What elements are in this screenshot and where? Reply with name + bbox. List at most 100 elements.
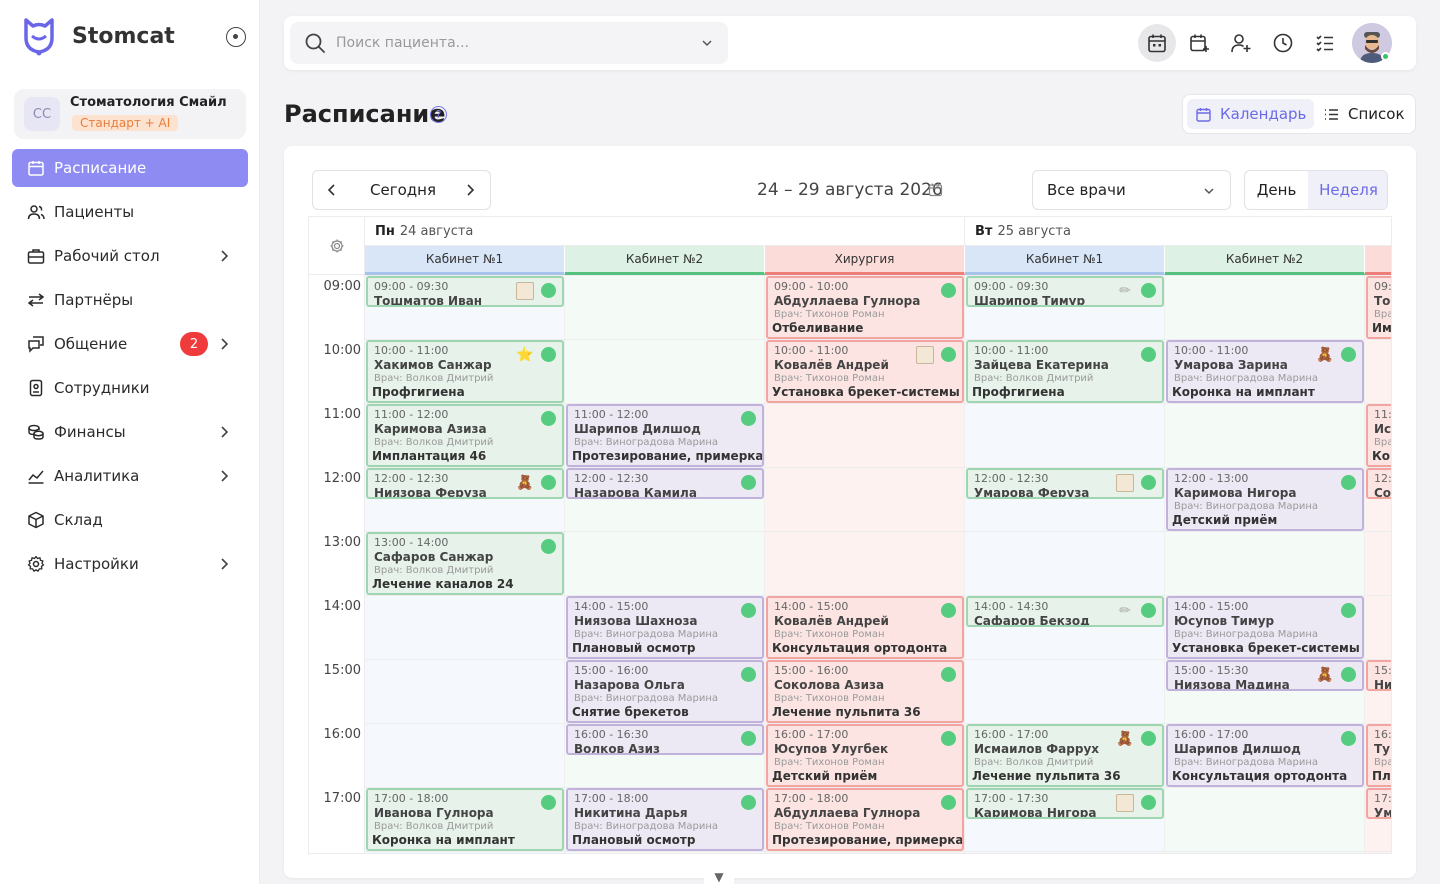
status-confirmed-icon[interactable] [1341, 475, 1356, 490]
status-confirmed-icon[interactable] [541, 795, 556, 810]
appointment-card[interactable]: 12:00 - 12:30 Ниязова Феруза 🧸 [366, 468, 564, 499]
appointment-card[interactable]: 14:00 - 15:00 Ниязова Шахноза Врач: Виногр… [566, 596, 764, 659]
appointment-card[interactable]: 12:00 - 12:30 Умарова Феруза [966, 468, 1164, 499]
appointment-card[interactable]: 14:00 - 15:00 Ковалёв Андрей Врач: Тихонов… [766, 596, 964, 659]
status-confirmed-icon[interactable] [741, 475, 756, 490]
sidebar-item-2[interactable]: Пациенты [12, 193, 248, 231]
appointment-card[interactable]: 10:00 - 11:00 Ковалёв Андрей Врач: Тихонов… [766, 340, 964, 403]
sidebar-item-3[interactable]: Рабочий стол [12, 237, 248, 275]
chevron-left-icon[interactable] [325, 183, 339, 197]
appointment-card[interactable]: 15:00 - 16:00 Назарова Ольга Врач: Виногра… [566, 660, 764, 723]
appointment-card[interactable]: 12:00 - 13:00 Каримова Нигора Врач: Виногр… [1166, 468, 1364, 531]
status-confirmed-icon[interactable] [1141, 731, 1156, 746]
appointment-card[interactable]: 12:00 - 12:30 Назарова Камила [566, 468, 764, 499]
appointment-card[interactable]: 17:00 - 18:00 Абдуллаева Гулнора Врач: Тих… [766, 788, 964, 851]
status-confirmed-icon[interactable] [1341, 347, 1356, 362]
week-mode-button[interactable]: Неделя [1308, 171, 1387, 209]
sidebar-item-8[interactable]: Аналитика [12, 457, 248, 495]
add-patient-button[interactable] [1222, 24, 1260, 62]
status-confirmed-icon[interactable] [941, 667, 956, 682]
sidebar-item-7[interactable]: Финансы [12, 413, 248, 451]
appointment-card[interactable]: 16:00 - 16:30 Волков Азиз [566, 724, 764, 755]
patient-search[interactable] [290, 22, 728, 64]
appointment-card[interactable]: 11:0ИсмВраКон [1366, 404, 1391, 467]
status-confirmed-icon[interactable] [741, 795, 756, 810]
appointment-card[interactable]: 16:00 - 17:00 Юсупов Улугбек Врач: Тихонов… [766, 724, 964, 787]
calendar-view-toggle[interactable]: Календарь [1187, 99, 1315, 129]
sidebar-item-4[interactable]: Партнёры [12, 281, 248, 319]
appointment-card[interactable]: 17:00 - 18:00 Никитина Дарья Врач: Виногра… [566, 788, 764, 851]
appointment-card[interactable]: 17:0Ум [1366, 788, 1391, 819]
appointment-card[interactable]: 14:00 - 14:30 Сафаров Бекзод ✏ [966, 596, 1164, 627]
status-confirmed-icon[interactable] [1341, 731, 1356, 746]
history-button[interactable] [1264, 24, 1302, 62]
status-confirmed-icon[interactable] [541, 283, 556, 298]
day-mode-button[interactable]: День [1245, 171, 1308, 209]
appointment-card[interactable]: 10:00 - 11:00 Хакимов Санжар Врач: Волков … [366, 340, 564, 403]
appointment-card[interactable]: 17:00 - 17:30 Каримова Нигора [966, 788, 1164, 819]
appointment-service: Имплантация 46 [372, 449, 487, 463]
grid-settings[interactable] [309, 217, 365, 275]
status-confirmed-icon[interactable] [1141, 283, 1156, 298]
doctor-filter-select[interactable]: Все врачи [1032, 170, 1231, 210]
status-confirmed-icon[interactable] [1341, 667, 1356, 682]
status-confirmed-icon[interactable] [941, 347, 956, 362]
help-icon[interactable]: ? [430, 106, 447, 123]
status-confirmed-icon[interactable] [941, 283, 956, 298]
appointment-card[interactable]: 09:00 - 10:00 Абдуллаева Гулнора Врач: Тих… [766, 276, 964, 339]
status-confirmed-icon[interactable] [741, 731, 756, 746]
tasks-button[interactable] [1306, 24, 1344, 62]
scroll-down-icon[interactable]: ▼ [704, 862, 734, 884]
appointment-card[interactable]: 16:00 - 17:00 Шарипов Дилшод Врач: Виногра… [1166, 724, 1364, 787]
appointment-card[interactable]: 14:00 - 15:00 Юсупов Тимур Врач: Виноградо… [1166, 596, 1364, 659]
appointment-card[interactable]: 10:00 - 11:00 Умарова Зарина Врач: Виногра… [1166, 340, 1364, 403]
status-confirmed-icon[interactable] [741, 603, 756, 618]
appointment-card[interactable]: 16:0ТурВраПла [1366, 724, 1391, 787]
appointment-card[interactable]: 17:00 - 18:00 Иванова Гулнора Врач: Волков… [366, 788, 564, 851]
calendar-view-button[interactable] [1138, 24, 1176, 62]
appointment-card[interactable]: 09:00 - 09:30 Шарипов Тимур ✏ [966, 276, 1164, 307]
status-confirmed-icon[interactable] [741, 667, 756, 682]
appointment-card[interactable]: 15:00 - 15:30 Ниязова Мадина 🧸 [1166, 660, 1364, 691]
chevron-right-icon[interactable] [463, 183, 477, 197]
sidebar-item-10[interactable]: Настройки [12, 545, 248, 583]
status-confirmed-icon[interactable] [941, 603, 956, 618]
logo[interactable]: Stomcat [22, 16, 175, 56]
appointment-card[interactable]: 11:00 - 12:00 Шарипов Дилшод Врач: Виногра… [566, 404, 764, 467]
sidebar-item-9[interactable]: Склад [12, 501, 248, 539]
status-confirmed-icon[interactable] [541, 539, 556, 554]
add-appointment-button[interactable] [1180, 24, 1218, 62]
appointment-card[interactable]: 12:0Сог [1366, 468, 1391, 499]
list-view-toggle[interactable]: Список [1315, 99, 1413, 129]
appointment-card[interactable]: 09:ТошВраИмп [1366, 276, 1391, 339]
status-confirmed-icon[interactable] [941, 731, 956, 746]
appointment-card[interactable]: 09:00 - 09:30 Тошматов Иван [366, 276, 564, 307]
appointment-card[interactable]: 15:0Ни [1366, 660, 1391, 691]
appointment-card[interactable]: 15:00 - 16:00 Соколова Азиза Врач: Тихонов… [766, 660, 964, 723]
status-confirmed-icon[interactable] [1141, 603, 1156, 618]
today-button[interactable]: Сегодня [370, 181, 436, 199]
status-confirmed-icon[interactable] [741, 411, 756, 426]
status-confirmed-icon[interactable] [541, 411, 556, 426]
appointment-card[interactable]: 16:00 - 17:00 Исмаилов Фаррух Врач: Волков… [966, 724, 1164, 787]
appointment-card[interactable]: 10:00 - 11:00 Зайцева Екатерина Врач: Волк… [966, 340, 1164, 403]
status-confirmed-icon[interactable] [941, 795, 956, 810]
status-confirmed-icon[interactable] [541, 347, 556, 362]
clinic-switcher[interactable]: СС Стоматология Смайл Стандарт + AI [14, 89, 246, 139]
room-column[interactable] [565, 275, 765, 853]
sidebar-item-5[interactable]: Общение 2 [12, 325, 248, 363]
status-confirmed-icon[interactable] [1141, 795, 1156, 810]
date-range[interactable]: 24 – 29 августа 2026 [757, 180, 943, 200]
status-confirmed-icon[interactable] [1141, 347, 1156, 362]
calendar-icon[interactable] [928, 182, 943, 197]
status-confirmed-icon[interactable] [1341, 603, 1356, 618]
chevron-down-icon[interactable] [700, 36, 714, 50]
sidebar-collapse-icon[interactable] [226, 27, 246, 47]
sidebar-item-1[interactable]: Расписание [12, 149, 248, 187]
sidebar-item-6[interactable]: Сотрудники [12, 369, 248, 407]
status-confirmed-icon[interactable] [541, 475, 556, 490]
appointment-card[interactable]: 13:00 - 14:00 Сафаров Санжар Врач: Волков … [366, 532, 564, 595]
status-confirmed-icon[interactable] [1141, 475, 1156, 490]
appointment-card[interactable]: 11:00 - 12:00 Каримова Азиза Врач: Волков … [366, 404, 564, 467]
search-input[interactable] [336, 30, 676, 56]
